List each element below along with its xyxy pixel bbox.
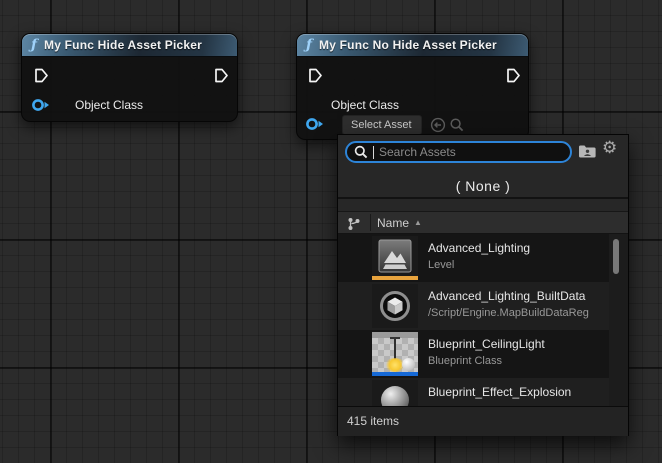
item-count: 415 items [347, 407, 399, 436]
node-title: My Func Hide Asset Picker [44, 38, 202, 52]
asset-picker-footer: 415 items [338, 406, 628, 436]
search-icon [354, 145, 368, 159]
object-class-pin-label: Object Class [75, 98, 143, 112]
separator [338, 197, 628, 199]
blueprint-graph-canvas[interactable]: ƒ My Func Hide Asset Picker Object Class… [0, 0, 662, 463]
folder-browser-icon[interactable] [578, 144, 597, 159]
asset-list-header[interactable]: Name ▲ [338, 211, 628, 234]
object-class-pin-label: Object Class [331, 98, 399, 112]
exec-output-pin[interactable] [213, 67, 229, 89]
exec-output-pin[interactable] [505, 67, 521, 89]
text-cursor [373, 146, 374, 159]
asset-name: Blueprint_CeilingLight [428, 337, 608, 352]
browse-to-asset-icon[interactable] [449, 117, 465, 133]
scrollbar-thumb[interactable] [613, 239, 619, 274]
blueprint-color-bar [372, 372, 418, 376]
asset-type: Level [428, 259, 608, 273]
none-option[interactable]: ( None ) [338, 174, 628, 198]
search-assets-field[interactable] [345, 141, 572, 163]
object-class-pin[interactable] [305, 117, 324, 136]
node-my-func-no-hide-asset-picker[interactable]: ƒ My Func No Hide Asset Picker Object Cl… [296, 33, 529, 140]
scrollbar-track[interactable] [609, 234, 628, 406]
object-class-pin[interactable] [31, 98, 50, 117]
search-assets-input[interactable] [379, 145, 562, 159]
exec-input-pin[interactable] [33, 67, 49, 89]
asset-list[interactable]: Advanced_Lighting Level Advanced_Lightin… [338, 234, 628, 406]
function-icon: ƒ [31, 38, 37, 52]
asset-row-blueprint-ceilinglight[interactable]: Blueprint_CeilingLight Blueprint Class [338, 330, 628, 378]
select-asset-dropdown[interactable]: Select Asset [342, 115, 422, 135]
asset-row-blueprint-effect-explosion[interactable]: Blueprint_Effect_Explosion [338, 378, 628, 406]
sphere-thumbnail [372, 380, 418, 406]
blueprint-ceilinglight-thumbnail [372, 332, 418, 376]
sort-ascending-icon[interactable]: ▲ [414, 212, 422, 234]
asset-row-advanced-lighting[interactable]: Advanced_Lighting Level [338, 234, 628, 282]
level-color-bar [372, 276, 418, 280]
asset-type: /Script/Engine.MapBuildDataReg [428, 307, 608, 321]
node-my-func-hide-asset-picker[interactable]: ƒ My Func Hide Asset Picker Object Class [21, 33, 238, 122]
asset-row-advanced-lighting-builtdata[interactable]: Advanced_Lighting_BuiltData /Script/Engi… [338, 282, 628, 330]
builtdata-thumbnail [372, 284, 418, 328]
asset-type: Blueprint Class [428, 355, 608, 369]
select-asset-label: Select Asset [351, 119, 412, 131]
name-column-header[interactable]: Name [377, 212, 409, 234]
gear-settings-icon[interactable]: ⚙ [602, 139, 617, 156]
asset-name: Advanced_Lighting [428, 241, 608, 256]
revision-control-column-icon[interactable] [347, 217, 361, 231]
column-divider [370, 214, 371, 231]
level-thumbnail [372, 236, 418, 280]
node-header[interactable]: ƒ My Func Hide Asset Picker [22, 34, 237, 57]
asset-picker-popup: ⚙ ( None ) Name ▲ [337, 134, 629, 436]
asset-name: Blueprint_Effect_Explosion [428, 385, 608, 400]
use-selected-asset-icon[interactable] [430, 117, 446, 133]
exec-input-pin[interactable] [307, 67, 323, 89]
node-header[interactable]: ƒ My Func No Hide Asset Picker [297, 34, 528, 57]
function-icon: ƒ [306, 38, 312, 52]
asset-name: Advanced_Lighting_BuiltData [428, 289, 608, 304]
node-title: My Func No Hide Asset Picker [319, 38, 497, 52]
